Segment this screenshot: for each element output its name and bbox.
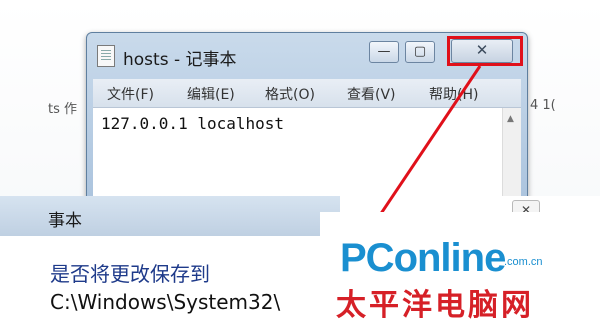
- pconline-logo: PConline: [340, 236, 506, 280]
- pconline-chinese-logo: 太平洋电脑网: [336, 288, 534, 323]
- pconline-domain: .com.cn: [504, 256, 543, 268]
